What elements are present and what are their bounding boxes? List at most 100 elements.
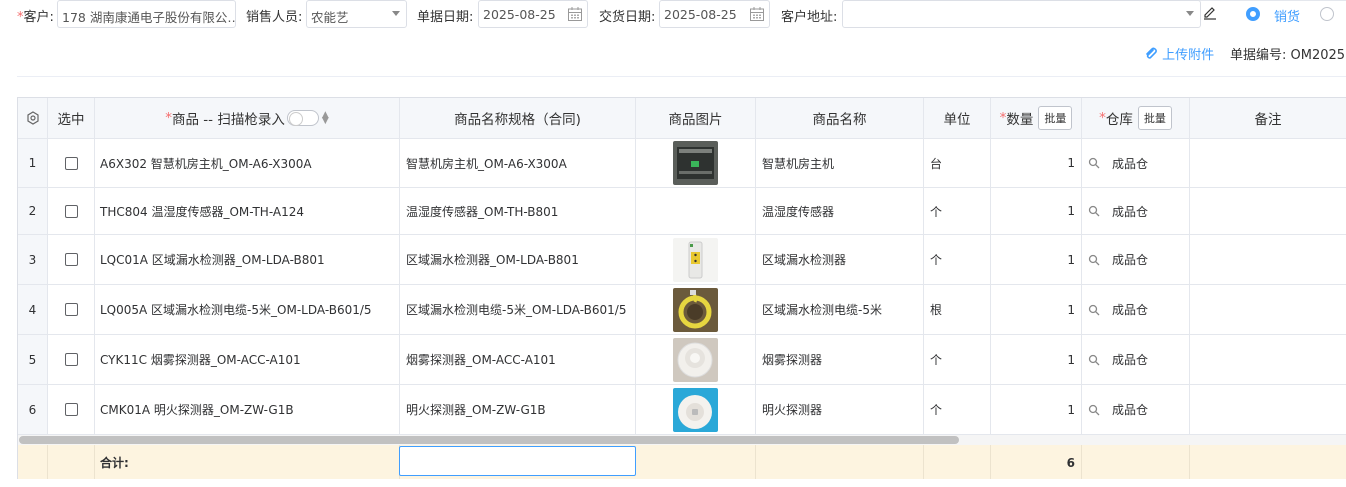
search-icon[interactable] bbox=[1088, 205, 1100, 217]
doc-number: 单据编号: OM20250 bbox=[1230, 48, 1346, 63]
spec-cell[interactable]: 区域漏水检测器_OM-LDA-B801 bbox=[400, 235, 636, 285]
search-icon[interactable] bbox=[1088, 304, 1100, 316]
name-cell: 智慧机房主机 bbox=[756, 139, 924, 188]
product-cell[interactable]: LQ005A 区域漏水检测电缆-5米_OM-LDA-B601/5 bbox=[95, 285, 400, 335]
sales-radio[interactable] bbox=[1246, 7, 1260, 21]
row-index: 5 bbox=[18, 335, 48, 385]
table-row[interactable]: 3 LQC01A 区域漏水检测器_OM-LDA-B801 区域漏水检测器_OM-… bbox=[18, 235, 1346, 285]
qty-cell[interactable]: 1 bbox=[991, 385, 1082, 435]
remark-cell[interactable] bbox=[1190, 235, 1346, 285]
chevron-down-icon bbox=[392, 11, 400, 16]
product-cell[interactable]: CMK01A 明火探测器_OM-ZW-G1B bbox=[95, 385, 400, 435]
spec-cell[interactable]: 明火探测器_OM-ZW-G1B bbox=[400, 385, 636, 435]
search-icon[interactable] bbox=[1088, 404, 1100, 416]
table-row[interactable]: 1 A6X302 智慧机房主机_OM-A6-X300A 智慧机房主机_OM-A6… bbox=[18, 139, 1346, 188]
delivery-date-label: 交货日期: bbox=[599, 10, 656, 25]
row-checkbox[interactable] bbox=[64, 156, 78, 170]
table-row[interactable]: 6 CMK01A 明火探测器_OM-ZW-G1B 明火探测器_OM-ZW-G1B… bbox=[18, 385, 1346, 435]
warehouse-cell[interactable]: 成品仓 bbox=[1082, 285, 1190, 335]
name-cell: 区域漏水检测电缆-5米 bbox=[756, 285, 924, 335]
divider bbox=[17, 76, 1346, 77]
image-cell bbox=[636, 188, 756, 235]
footer-input[interactable] bbox=[399, 446, 636, 476]
doc-date-picker[interactable]: 2025-08-25 bbox=[478, 0, 588, 28]
gear-icon bbox=[26, 111, 39, 125]
remark-cell[interactable] bbox=[1190, 188, 1346, 235]
total-label: 合计: bbox=[95, 445, 400, 479]
calendar-icon bbox=[568, 7, 582, 21]
row-checkbox[interactable] bbox=[64, 353, 78, 366]
qty-cell[interactable]: 1 bbox=[991, 335, 1082, 385]
remark-cell[interactable] bbox=[1190, 139, 1346, 188]
name-cell: 区域漏水检测器 bbox=[756, 235, 924, 285]
unit-cell: 台 bbox=[924, 139, 991, 188]
remark-cell[interactable] bbox=[1190, 285, 1346, 335]
host-device-image bbox=[673, 141, 718, 185]
table-row[interactable]: 2 THC804 温湿度传感器_OM-TH-A124 温湿度传感器_OM-TH-… bbox=[18, 188, 1346, 235]
product-cell[interactable]: THC804 温湿度传感器_OM-TH-A124 bbox=[95, 188, 400, 235]
address-label: 客户地址: bbox=[781, 10, 838, 25]
warehouse-batch-button[interactable]: 批量 bbox=[1137, 106, 1172, 130]
edit-icon[interactable] bbox=[1202, 5, 1218, 21]
warehouse-cell[interactable]: 成品仓 bbox=[1082, 335, 1190, 385]
sales-order-page: *客户: 178 湖南康通电子股份有限公… 销售人员: 农能艺 单据日期: 20… bbox=[0, 0, 1346, 487]
row-checkbox[interactable] bbox=[64, 403, 78, 416]
address-select[interactable] bbox=[842, 0, 1201, 28]
name-cell: 温湿度传感器 bbox=[756, 188, 924, 235]
salesperson-label: 销售人员: bbox=[246, 10, 303, 25]
row-index: 6 bbox=[18, 385, 48, 435]
return-radio[interactable] bbox=[1320, 7, 1334, 21]
product-cell[interactable]: LQC01A 区域漏水检测器_OM-LDA-B801 bbox=[95, 235, 400, 285]
remark-cell[interactable] bbox=[1190, 385, 1346, 435]
unit-cell: 个 bbox=[924, 235, 991, 285]
header-unit: 单位 bbox=[924, 98, 991, 139]
table-header: 选中 * 商品 -- 扫描枪录入 ▲ ▼ 商品名称规格（合同) 商品图片 商品名称 单… bbox=[18, 98, 1346, 139]
product-cell[interactable]: A6X302 智慧机房主机_OM-A6-X300A bbox=[95, 139, 400, 188]
order-lines-table: 选中 * 商品 -- 扫描枪录入 ▲ ▼ 商品名称规格（合同) 商品图片 商品名称 单… bbox=[17, 97, 1346, 479]
qty-cell[interactable]: 1 bbox=[991, 188, 1082, 235]
row-checkbox[interactable] bbox=[64, 204, 78, 218]
image-cell bbox=[636, 385, 756, 435]
upload-attachment-link[interactable]: 上传附件 bbox=[1144, 44, 1214, 63]
header-product: * 商品 -- 扫描枪录入 ▲ ▼ bbox=[95, 98, 400, 139]
qty-cell[interactable]: 1 bbox=[991, 235, 1082, 285]
leak-detector-image bbox=[673, 237, 718, 282]
sort-icon[interactable]: ▲ ▼ bbox=[322, 111, 329, 126]
warehouse-cell[interactable]: 成品仓 bbox=[1082, 139, 1190, 188]
delivery-date-picker[interactable]: 2025-08-25 bbox=[659, 0, 770, 28]
spec-cell[interactable]: 温湿度传感器_OM-TH-B801 bbox=[400, 188, 636, 235]
cable-image bbox=[673, 287, 718, 332]
image-cell bbox=[636, 285, 756, 335]
search-icon[interactable] bbox=[1088, 157, 1100, 169]
calendar-icon bbox=[750, 7, 764, 21]
spec-cell[interactable]: 烟雾探测器_OM-ACC-A101 bbox=[400, 335, 636, 385]
customer-input[interactable]: 178 湖南康通电子股份有限公… bbox=[57, 0, 236, 28]
column-settings[interactable] bbox=[18, 98, 48, 139]
row-checkbox[interactable] bbox=[64, 253, 78, 266]
product-cell[interactable]: CYK11C 烟雾探测器_OM-ACC-A101 bbox=[95, 335, 400, 385]
scan-toggle[interactable] bbox=[286, 110, 319, 126]
row-checkbox[interactable] bbox=[64, 303, 78, 316]
row-index: 3 bbox=[18, 235, 48, 285]
warehouse-cell[interactable]: 成品仓 bbox=[1082, 188, 1190, 235]
qty-batch-button[interactable]: 批量 bbox=[1038, 106, 1073, 130]
unit-cell: 个 bbox=[924, 188, 991, 235]
qty-cell[interactable]: 1 bbox=[991, 139, 1082, 188]
salesperson-select[interactable]: 农能艺 bbox=[306, 0, 407, 28]
warehouse-cell[interactable]: 成品仓 bbox=[1082, 235, 1190, 285]
customer-label: *客户: bbox=[17, 10, 54, 25]
qty-cell[interactable]: 1 bbox=[991, 285, 1082, 335]
spec-cell[interactable]: 区域漏水检测电缆-5米_OM-LDA-B601/5 bbox=[400, 285, 636, 335]
horizontal-scrollbar[interactable] bbox=[18, 435, 1346, 445]
remark-cell[interactable] bbox=[1190, 335, 1346, 385]
image-cell bbox=[636, 139, 756, 188]
table-row[interactable]: 5 CYK11C 烟雾探测器_OM-ACC-A101 烟雾探测器_OM-ACC-… bbox=[18, 335, 1346, 385]
table-footer: 合计: 6 bbox=[18, 445, 1346, 479]
spec-cell[interactable]: 智慧机房主机_OM-A6-X300A bbox=[400, 139, 636, 188]
warehouse-cell[interactable]: 成品仓 bbox=[1082, 385, 1190, 435]
table-row[interactable]: 4 LQ005A 区域漏水检测电缆-5米_OM-LDA-B601/5 区域漏水检… bbox=[18, 285, 1346, 335]
header-select: 选中 bbox=[48, 98, 95, 139]
search-icon[interactable] bbox=[1088, 254, 1100, 266]
search-icon[interactable] bbox=[1088, 354, 1100, 366]
scrollbar-thumb[interactable] bbox=[19, 436, 959, 444]
